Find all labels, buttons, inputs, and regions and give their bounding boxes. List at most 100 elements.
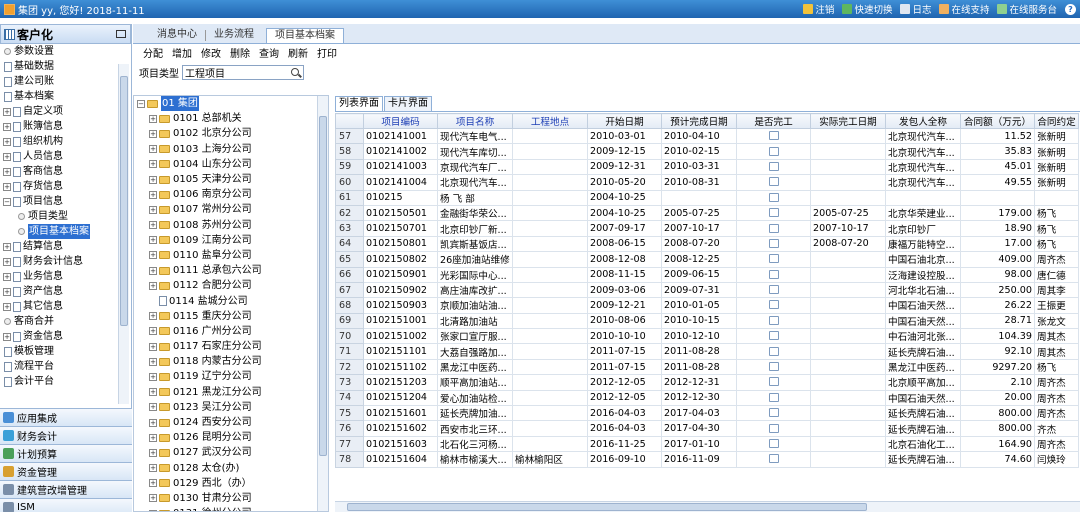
table-row[interactable]: 65 0102150802 26座加油站维修 2008-12-08 2008-12-25… [335,251,1079,268]
org-tree-item[interactable]: +0106 南京分公司 [134,187,314,202]
completed-checkbox[interactable] [768,300,779,310]
org-tree-item[interactable]: 0114 盐城分公司 [134,293,314,308]
table-row[interactable]: 60 0102141004 北京现代汽车... 2010-05-20 2010-08-3… [335,174,1079,191]
org-tree-item[interactable]: +0118 内蒙古分公司 [134,354,314,369]
completed-checkbox[interactable] [768,269,779,279]
sidebar-item[interactable]: 会计平台 [0,374,118,389]
org-tree-item[interactable]: +0110 盐阜分公司 [134,248,314,263]
expand-icon[interactable]: + [149,251,157,260]
table-cell[interactable] [736,343,811,360]
expand-icon[interactable]: + [149,281,157,290]
org-tree-item[interactable]: +0107 常州分公司 [134,202,314,217]
completed-checkbox[interactable] [768,285,779,295]
service-desk-link[interactable]: 在线服务台 [997,2,1057,16]
expand-icon[interactable]: + [149,388,157,397]
table-row[interactable]: 62 0102150501 金融街华荣公... 2004-10-25 2005-07-2… [335,204,1079,222]
org-tree-item[interactable]: +0111 总承包六公司 [134,263,314,278]
sidebar-scroll-thumb[interactable] [120,76,128,326]
tab-list-view[interactable]: 列表界面 [335,96,383,111]
table-cell[interactable] [736,281,811,299]
org-tree-item[interactable]: +0116 广州分公司 [134,324,314,339]
sidebar-item[interactable]: + 业务信息 [0,269,118,284]
collapse-icon[interactable] [116,30,126,38]
org-tree-item[interactable]: +0102 北京分公司 [134,126,314,141]
sidebar-item[interactable]: 建公司账 [0,74,118,89]
table-cell[interactable] [736,204,811,222]
org-tree-item[interactable]: +0124 西安分公司 [134,415,314,430]
completed-checkbox[interactable] [768,439,779,448]
expand-icon[interactable]: + [149,464,157,473]
table-cell[interactable] [736,420,811,437]
column-header[interactable]: 工程地点 [512,113,588,129]
logout-link[interactable]: 注销 [803,2,834,16]
table-row[interactable]: 64 0102150801 凯宾斯基饭店... 2008-06-15 2008-07-2… [335,235,1079,253]
expand-icon[interactable]: + [149,479,157,488]
table-cell[interactable] [736,143,811,160]
table-cell[interactable] [736,312,811,330]
expand-icon[interactable]: + [149,342,157,351]
org-tree-scrollbar[interactable] [317,96,328,511]
sidebar-item[interactable]: 模板管理 [0,344,118,359]
completed-checkbox[interactable] [768,315,779,325]
expand-icon[interactable]: + [3,107,11,116]
expand-icon[interactable]: + [149,494,157,503]
table-row[interactable]: 63 0102150701 北京印钞厂新... 2007-09-17 2007-10-1… [335,220,1079,237]
expand-icon[interactable]: + [149,236,157,245]
module-4[interactable]: 建筑营改增管理 [0,480,132,498]
expand-icon[interactable]: + [149,357,157,366]
add-button[interactable]: 增加 [172,45,192,60]
completed-checkbox[interactable] [768,146,779,156]
table-row[interactable]: 66 0102150901 光彩国际中心... 2008-11-15 2009-06-1… [335,266,1079,283]
sidebar-item[interactable]: + 存货信息 [0,179,118,194]
expand-icon[interactable]: + [3,152,11,161]
collapse-node-icon[interactable]: − [137,99,145,108]
column-header[interactable]: 项目名称 [437,113,513,129]
expand-icon[interactable]: + [149,221,157,230]
org-tree-scroll-thumb[interactable] [319,116,327,456]
expand-icon[interactable]: + [3,182,11,191]
org-tree-item[interactable]: − 01 集团 [134,96,314,112]
collapse-node-icon[interactable]: − [3,197,11,206]
org-tree-item[interactable]: +0126 昆明分公司 [134,430,314,445]
org-tree-item[interactable]: +0117 石家庄分公司 [134,339,314,354]
expand-icon[interactable]: + [3,257,11,266]
sidebar-item[interactable]: + 客商信息 [0,164,118,179]
completed-checkbox[interactable] [768,177,779,187]
org-tree-item[interactable]: +0101 总部机关 [134,111,314,126]
table-cell[interactable] [736,328,811,345]
org-tree-item[interactable]: +0108 苏州分公司 [134,218,314,233]
sidebar-item[interactable]: + 其它信息 [0,299,118,314]
search-icon[interactable] [291,67,299,76]
table-cell[interactable] [736,389,811,407]
sidebar-item[interactable]: 基本档案 [0,89,118,104]
table-cell[interactable] [736,358,811,376]
org-tree-item[interactable]: +0131 徐州分公司 [134,506,314,511]
sidebar-item[interactable]: 基础数据 [0,59,118,74]
table-cell[interactable] [736,266,811,283]
org-tree-item[interactable]: +0129 西北（办） [134,476,314,491]
sidebar-item[interactable]: 参数设置 [0,44,118,59]
org-tree-item[interactable]: +0128 太仓(办) [134,461,314,476]
refresh-button[interactable]: 刷新 [288,45,308,60]
table-cell[interactable] [736,189,811,206]
completed-checkbox[interactable] [768,161,779,171]
completed-checkbox[interactable] [768,131,779,141]
table-row[interactable]: 69 0102151001 北清路加油站 2010-08-06 2010-10-15 中国… [335,312,1079,330]
column-header[interactable]: 发包人全称 [885,113,961,129]
table-row[interactable]: 68 0102150903 京顺加油站油... 2009-12-21 2010-01-0… [335,297,1079,314]
column-header[interactable]: 实际完工日期 [810,113,886,129]
expand-icon[interactable]: + [149,160,157,169]
table-row[interactable]: 67 0102150902 高庄油库改扩... 2009-03-06 2009-07-3… [335,281,1079,299]
completed-checkbox[interactable] [768,346,779,356]
org-tree-item[interactable]: +0103 上海分公司 [134,142,314,157]
expand-icon[interactable]: + [3,302,11,311]
expand-icon[interactable]: + [149,433,157,442]
column-header[interactable] [335,113,364,129]
expand-icon[interactable]: + [149,114,157,123]
column-header[interactable]: 合同额（万元） [960,113,1035,129]
sidebar-item[interactable]: + 自定义项 [0,104,118,119]
expand-icon[interactable]: + [3,242,11,251]
column-header[interactable]: 合同约定 [1034,113,1079,129]
table-row[interactable]: 73 0102151203 顺平高加油站... 2012-12-05 2012-12-3… [335,374,1079,391]
expand-icon[interactable]: + [149,190,157,199]
